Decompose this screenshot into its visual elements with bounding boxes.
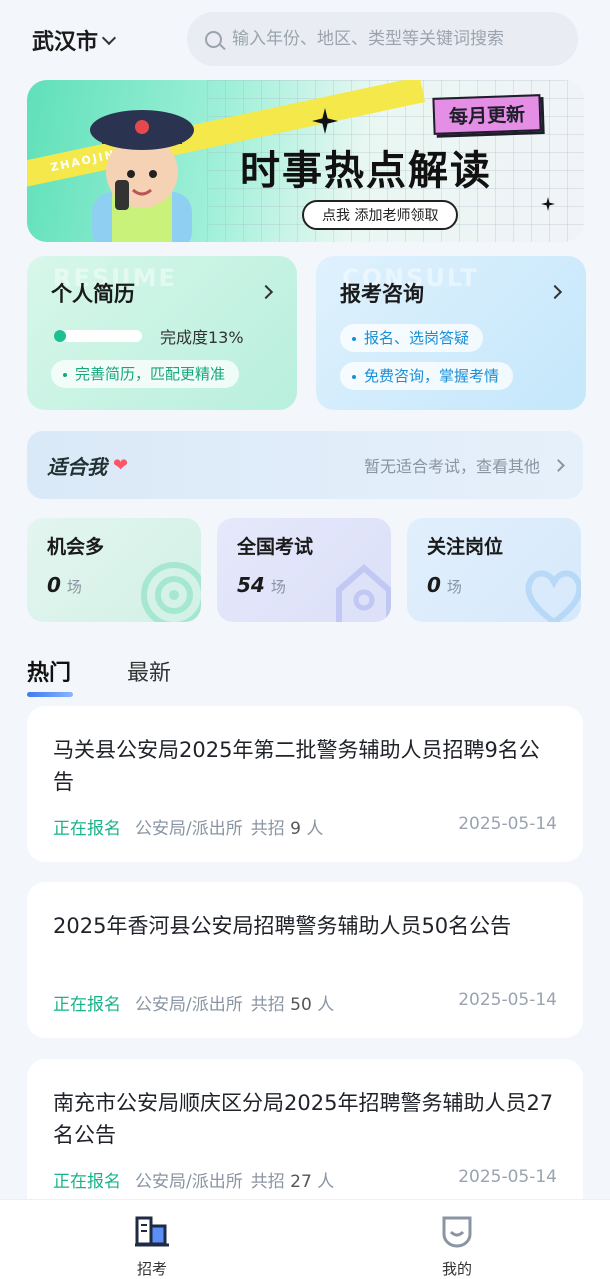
- progress-bar: [54, 330, 142, 342]
- target-icon: [141, 562, 201, 622]
- job-meta: 正在报名 公安局/派出所 共招 9 人 2025-05-14: [53, 814, 557, 839]
- building-icon: [135, 1216, 169, 1247]
- job-status: 正在报名: [53, 1172, 121, 1192]
- city-selector[interactable]: 武汉市: [32, 24, 117, 56]
- bottom-tab-bar: 招考 我的: [0, 1199, 610, 1279]
- bullet-icon: [63, 372, 67, 377]
- consult-card[interactable]: CONSULT 报考咨询 报名、选岗答疑 免费咨询，掌握考情: [316, 256, 586, 410]
- job-date: 2025-05-14: [458, 1167, 557, 1187]
- progress-label: 完成度13%: [160, 328, 244, 347]
- job-date: 2025-05-14: [458, 814, 557, 834]
- police-mascot-icon: [90, 110, 194, 242]
- suit-me-label: 适合我: [47, 454, 107, 479]
- list-tabs: 热门 最新: [27, 655, 171, 697]
- exam-house-icon: [336, 564, 391, 622]
- tabbar-label: 招考: [136, 1260, 167, 1278]
- tab-hot[interactable]: 热门: [27, 655, 74, 697]
- bullet-icon: [352, 374, 356, 379]
- monthly-update-badge: 每月更新: [432, 94, 542, 135]
- chevron-right-icon: [552, 458, 565, 472]
- resume-title: 个人简历: [51, 282, 135, 306]
- stat-card-opportunities[interactable]: 机会多 0场: [27, 518, 201, 622]
- job-status: 正在报名: [53, 995, 121, 1015]
- stat-name: 全国考试: [237, 536, 314, 558]
- tabbar-item-exams[interactable]: 招考: [112, 1214, 192, 1279]
- city-label: 武汉市: [32, 30, 99, 55]
- heart-outline-icon: [525, 570, 581, 622]
- job-card[interactable]: 南充市公安局顺庆区分局2025年招聘警务辅助人员27名公告 正在报名 公安局/派…: [27, 1059, 583, 1215]
- progress-fill: [54, 330, 66, 342]
- suit-me-bar[interactable]: 适合我 ❤ 暂无适合考试，查看其他: [27, 431, 583, 499]
- job-count: 共招 50 人: [250, 995, 335, 1015]
- job-count: 共招 9 人: [250, 819, 324, 839]
- search-icon: [205, 30, 222, 48]
- search-input[interactable]: [232, 29, 552, 49]
- job-card[interactable]: 2025年香河县公安局招聘警务辅助人员50名公告 正在报名 公安局/派出所 共招…: [27, 882, 583, 1038]
- search-bar[interactable]: [187, 12, 578, 66]
- banner-headline: 时事热点解读: [240, 148, 492, 194]
- chevron-down-icon: [101, 30, 117, 46]
- promo-banner[interactable]: ZHAOJING KAO 每月更新 时事热点解读 点我 添加老师领取: [27, 80, 584, 242]
- job-title: 2025年香河县公安局招聘警务辅助人员50名公告: [53, 914, 512, 938]
- resume-card[interactable]: RESUME 个人简历 完成度13% 完善简历，匹配更精准: [27, 256, 297, 410]
- stat-name: 关注岗位: [427, 536, 504, 558]
- job-title: 马关县公安局2025年第二批警务辅助人员招聘9名公告: [53, 738, 540, 794]
- suit-me-hint: 暂无适合考试，查看其他: [363, 457, 540, 476]
- tabbar-label: 我的: [441, 1260, 472, 1278]
- job-status: 正在报名: [53, 819, 121, 839]
- stat-card-followed-positions[interactable]: 关注岗位 0场: [407, 518, 581, 622]
- resume-progress: 完成度13%: [54, 324, 244, 348]
- stat-name: 机会多: [47, 536, 105, 558]
- consult-title: 报考咨询: [340, 282, 424, 306]
- tab-latest[interactable]: 最新: [127, 655, 171, 687]
- job-card[interactable]: 马关县公安局2025年第二批警务辅助人员招聘9名公告 正在报名 公安局/派出所 …: [27, 706, 583, 862]
- job-count: 共招 27 人: [250, 1172, 335, 1192]
- heart-icon: ❤: [113, 454, 129, 476]
- stat-card-national-exams[interactable]: 全国考试 54 场: [217, 518, 391, 622]
- consult-tip: 免费咨询，掌握考情: [340, 362, 514, 390]
- job-date: 2025-05-14: [458, 990, 557, 1010]
- job-category: 公安局/派出所: [135, 819, 243, 839]
- profile-icon: [442, 1216, 472, 1248]
- job-meta: 正在报名 公安局/派出所 共招 50 人 2025-05-14: [53, 990, 557, 1015]
- banner-cta-button[interactable]: 点我 添加老师领取: [302, 200, 459, 230]
- resume-tip: 完善简历，匹配更精准: [51, 360, 240, 388]
- bullet-icon: [352, 336, 356, 341]
- job-category: 公安局/派出所: [135, 1172, 243, 1192]
- tabbar-item-mine[interactable]: 我的: [417, 1214, 497, 1279]
- job-category: 公安局/派出所: [135, 995, 243, 1015]
- consult-tip: 报名、选岗答疑: [340, 324, 484, 352]
- top-bar: 武汉市: [0, 0, 610, 78]
- job-meta: 正在报名 公安局/派出所 共招 27 人 2025-05-14: [53, 1167, 557, 1192]
- job-title: 南充市公安局顺庆区分局2025年招聘警务辅助人员27名公告: [53, 1091, 554, 1147]
